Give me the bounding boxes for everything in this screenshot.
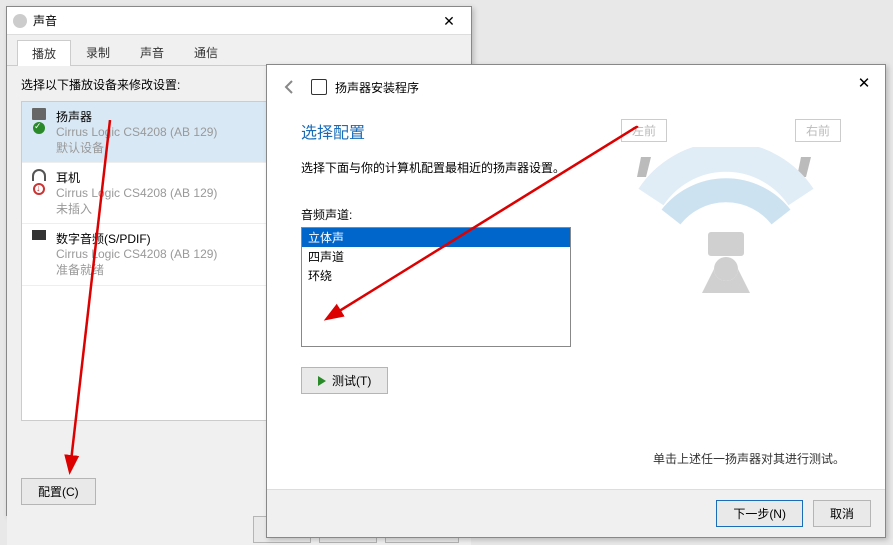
sound-tabs: 播放 录制 声音 通信 — [7, 39, 471, 66]
tab-sound[interactable]: 声音 — [125, 39, 179, 65]
test-button-label: 测试(T) — [332, 372, 371, 389]
next-button[interactable]: 下一步(N) — [716, 500, 803, 527]
check-icon — [33, 122, 45, 134]
configure-button[interactable]: 配置(C) — [21, 478, 96, 505]
headphone-icon — [32, 169, 46, 181]
digital-audio-icon — [32, 230, 46, 240]
sound-titlebar: 声音 ✕ — [7, 7, 471, 35]
right-front-label[interactable]: 右前 — [795, 119, 841, 142]
speaker-diagram: 左前 右前 — [611, 109, 851, 394]
wizard-header: 扬声器安装程序 — [267, 65, 885, 109]
close-icon[interactable]: ✕ — [429, 9, 469, 33]
unplugged-icon — [33, 183, 45, 195]
wizard-subtext: 选择下面与你的计算机配置最相近的扬声器设置。 — [301, 159, 591, 176]
channel-option-quad[interactable]: 四声道 — [302, 247, 570, 266]
left-front-label[interactable]: 左前 — [621, 119, 667, 142]
play-icon — [318, 376, 326, 386]
channel-label: 音频声道: — [301, 206, 591, 223]
tab-recording[interactable]: 录制 — [71, 39, 125, 65]
wizard-title: 扬声器安装程序 — [335, 79, 419, 96]
speaker-setup-wizard: ✕ 扬声器安装程序 选择配置 选择下面与你的计算机配置最相近的扬声器设置。 音频… — [266, 64, 886, 538]
wizard-hint: 单击上述任一扬声器对其进行测试。 — [653, 450, 845, 467]
speaker-device-icon — [32, 108, 46, 120]
channel-option-stereo[interactable]: 立体声 — [302, 228, 570, 247]
test-button[interactable]: 测试(T) — [301, 367, 388, 394]
sound-window-title: 声音 — [33, 12, 429, 29]
wizard-cancel-button[interactable]: 取消 — [813, 500, 871, 527]
wizard-speaker-icon — [311, 79, 327, 95]
audio-channel-list[interactable]: 立体声 四声道 环绕 — [301, 227, 571, 347]
tab-comm[interactable]: 通信 — [179, 39, 233, 65]
wizard-footer: 下一步(N) 取消 — [267, 489, 885, 537]
channel-option-surround[interactable]: 环绕 — [302, 266, 570, 285]
speaker-icon — [13, 14, 27, 28]
wizard-heading: 选择配置 — [301, 119, 591, 143]
tab-playback[interactable]: 播放 — [17, 40, 71, 66]
back-button[interactable] — [277, 74, 303, 100]
close-icon[interactable]: ✕ — [849, 71, 879, 97]
